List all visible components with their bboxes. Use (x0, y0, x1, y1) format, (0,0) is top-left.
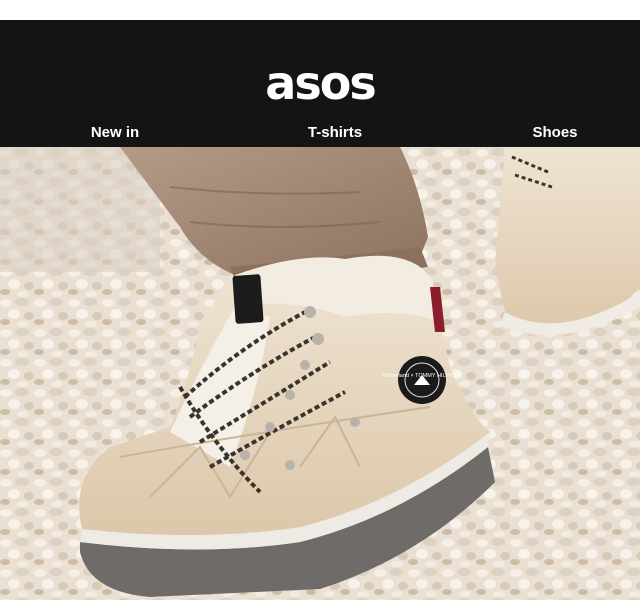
nav-item-new-in[interactable]: New in (45, 124, 185, 142)
nav-item-t-shirts[interactable]: T-shirts (265, 124, 405, 142)
hero-banner-image[interactable]: Timberland × TOMMY HILFIGER (0, 147, 640, 600)
site-header: asos New in T-shirts Shoes (0, 20, 640, 147)
main-nav: New in T-shirts Shoes (0, 124, 640, 144)
asos-logo[interactable]: asos (0, 60, 640, 106)
top-strip (0, 0, 640, 20)
background-boot (495, 147, 640, 336)
nav-item-shoes[interactable]: Shoes (485, 124, 625, 142)
hero-illustration: Timberland × TOMMY HILFIGER (0, 147, 640, 600)
